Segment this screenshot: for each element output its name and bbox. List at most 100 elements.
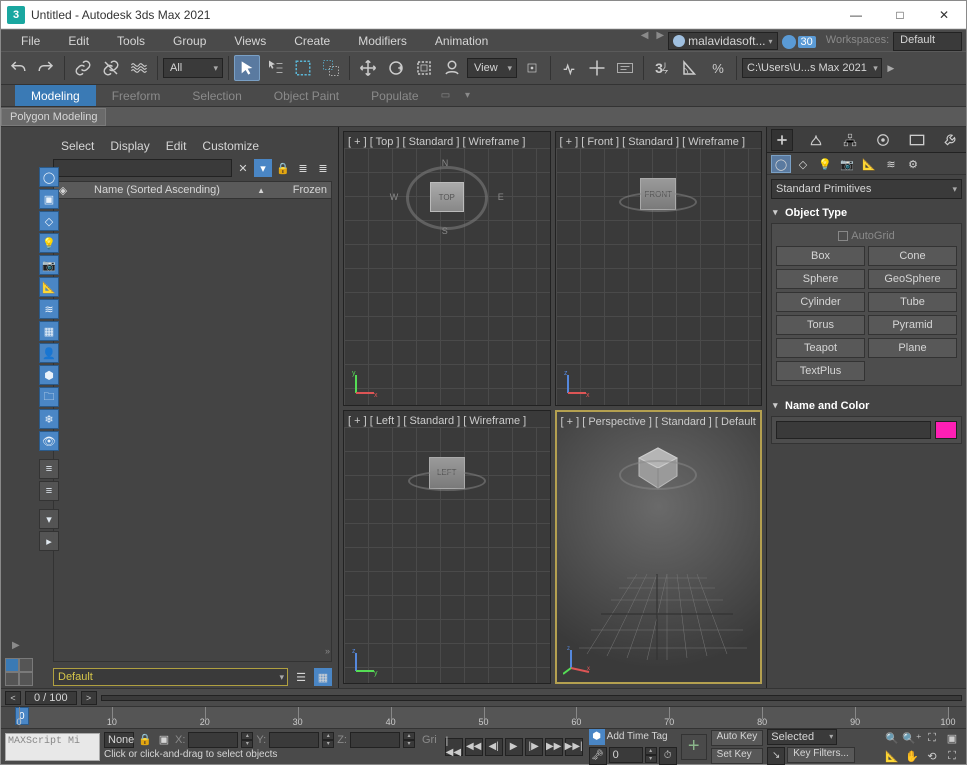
- auto-key-button[interactable]: Auto Key: [711, 730, 764, 746]
- primitive-cone-button[interactable]: Cone: [868, 246, 957, 266]
- time-tag-icon[interactable]: ⬢: [589, 729, 605, 745]
- time-config-icon[interactable]: ⏱: [659, 747, 677, 765]
- filter-groups-icon[interactable]: ▦: [39, 321, 59, 341]
- key-mode-icon[interactable]: 🗝: [589, 747, 607, 765]
- ribbon-collapse-icon[interactable]: ▭: [435, 85, 457, 106]
- y-spinner[interactable]: ▴▾: [322, 732, 334, 748]
- menu-modifiers[interactable]: Modifiers: [344, 30, 421, 51]
- primitive-torus-button[interactable]: Torus: [776, 315, 865, 335]
- move-icon[interactable]: [355, 55, 381, 81]
- selection-lock-icon[interactable]: 🔒: [137, 733, 153, 746]
- percent-snap-icon[interactable]: %: [705, 55, 731, 81]
- rollout-object-type[interactable]: Object Type: [771, 205, 962, 223]
- default-inout-icon[interactable]: ↘: [767, 747, 785, 765]
- viewport-left[interactable]: [ + ] [ Left ] [ Standard ] [ Wireframe …: [343, 410, 551, 685]
- maximize-button[interactable]: □: [878, 1, 922, 29]
- isolate-icon[interactable]: ▣: [156, 733, 172, 746]
- zoom-all-icon[interactable]: 🔍⁺: [902, 729, 922, 749]
- pan-icon[interactable]: ✋: [902, 747, 922, 765]
- object-color-swatch[interactable]: [935, 421, 957, 439]
- viewport-left-label[interactable]: [ + ] [ Left ] [ Standard ] [ Wireframe …: [348, 415, 526, 427]
- primitive-pyramid-button[interactable]: Pyramid: [868, 315, 957, 335]
- z-input[interactable]: [350, 732, 400, 748]
- explorer-header-name[interactable]: Name (Sorted Ascending): [72, 184, 257, 196]
- cameras-category-icon[interactable]: 📷: [837, 155, 857, 173]
- primitive-plane-button[interactable]: Plane: [868, 338, 957, 358]
- ribbon-tab-modeling[interactable]: Modeling: [15, 85, 96, 106]
- menu-edit[interactable]: Edit: [54, 30, 103, 51]
- snap-toggle-icon[interactable]: 3: [649, 55, 675, 81]
- object-name-input[interactable]: [776, 421, 931, 439]
- selection-filter-dropdown[interactable]: All: [163, 58, 223, 78]
- viewcube-left[interactable]: LEFT: [397, 443, 497, 503]
- create-tab-icon[interactable]: [771, 129, 793, 151]
- explorer-body[interactable]: [53, 199, 332, 662]
- systems-category-icon[interactable]: ⚙: [903, 155, 923, 173]
- use-pivot-center-icon[interactable]: [519, 55, 545, 81]
- spacewarps-category-icon[interactable]: ≋: [881, 155, 901, 173]
- viewport-perspective[interactable]: [ + ] [ Perspective ] [ Standard ] [ Def…: [555, 410, 763, 685]
- goto-start-icon[interactable]: |◀◀: [445, 738, 463, 756]
- undo-icon[interactable]: [5, 55, 31, 81]
- bind-spacewarp-icon[interactable]: [126, 55, 152, 81]
- utilities-tab-icon[interactable]: [940, 129, 962, 151]
- primitive-tube-button[interactable]: Tube: [868, 292, 957, 312]
- hierarchy-tab-icon[interactable]: [839, 129, 861, 151]
- display-tab-icon[interactable]: [906, 129, 928, 151]
- rect-region-icon[interactable]: [290, 55, 316, 81]
- prev-key-icon[interactable]: ◀|: [485, 738, 503, 756]
- prev-frame-icon[interactable]: ◀◀: [465, 738, 483, 756]
- explorer-search-input[interactable]: [53, 159, 232, 177]
- zoom-extents-icon[interactable]: ⛶: [922, 729, 942, 749]
- ribbon-expand-icon[interactable]: ▾: [457, 85, 479, 106]
- explorer-collapse-icon[interactable]: ▾: [39, 509, 59, 529]
- explorer-corner-arrow-icon[interactable]: »: [325, 646, 330, 656]
- zoom-extents-all-icon[interactable]: ▣: [942, 729, 962, 749]
- ribbon-tab-populate[interactable]: Populate: [355, 85, 434, 106]
- primitive-box-button[interactable]: Box: [776, 246, 865, 266]
- layer-dropdown[interactable]: Default: [53, 668, 288, 686]
- scale-icon[interactable]: [411, 55, 437, 81]
- menu-animation[interactable]: Animation: [421, 30, 502, 51]
- minimize-button[interactable]: ―: [834, 1, 878, 29]
- next-key-icon[interactable]: |▶: [525, 738, 543, 756]
- filter-hidden-icon[interactable]: 👁: [39, 431, 59, 451]
- primitive-category-dropdown[interactable]: Standard Primitives: [771, 179, 962, 199]
- manipulate-icon[interactable]: [556, 55, 582, 81]
- maximize-viewport-icon[interactable]: ⛶: [942, 747, 962, 765]
- explorer-header[interactable]: ◈ Name (Sorted Ascending) ▲ Frozen: [53, 181, 332, 199]
- ribbon-tab-freeform[interactable]: Freeform: [96, 85, 177, 106]
- set-key-large-icon[interactable]: +: [681, 734, 707, 760]
- timeline[interactable]: 0 0102030405060708090100: [1, 706, 966, 728]
- current-frame-input[interactable]: 0: [609, 747, 643, 763]
- explorer-list2-icon[interactable]: ≡: [39, 481, 59, 501]
- ribbon-tab-objectpaint[interactable]: Object Paint: [258, 85, 355, 106]
- shapes-category-icon[interactable]: ◇: [793, 155, 813, 173]
- link-icon[interactable]: [70, 55, 96, 81]
- time-remaining[interactable]: 30: [798, 36, 816, 48]
- keyboard-shortcut-icon[interactable]: [584, 55, 610, 81]
- goto-end-icon[interactable]: ▶▶|: [565, 738, 583, 756]
- filter-lights-icon[interactable]: 💡: [39, 233, 59, 253]
- project-path[interactable]: C:\Users\U...s Max 2021: [742, 58, 882, 78]
- fov-icon[interactable]: 📐: [882, 747, 902, 765]
- explorer-menu-select[interactable]: Select: [53, 139, 102, 153]
- viewport-persp-label[interactable]: [ + ] [ Perspective ] [ Standard ] [ Def…: [561, 416, 756, 428]
- viewcube-front[interactable]: FRONT: [608, 164, 708, 224]
- select-object-icon[interactable]: [234, 55, 260, 81]
- rotate-icon[interactable]: [383, 55, 409, 81]
- viewport-top-label[interactable]: [ + ] [ Top ] [ Standard ] [ Wireframe ]: [348, 136, 525, 148]
- key-filters-button[interactable]: Key Filters...: [787, 747, 855, 763]
- primitive-sphere-button[interactable]: Sphere: [776, 269, 865, 289]
- filter-icon[interactable]: ▾: [254, 159, 272, 177]
- primitive-textplus-button[interactable]: TextPlus: [776, 361, 865, 381]
- viewcube-persp[interactable]: [608, 438, 708, 498]
- filter-shapes-icon[interactable]: ◇: [39, 211, 59, 231]
- filter-geometry-icon[interactable]: ▣: [39, 189, 59, 209]
- range-start-icon[interactable]: <: [5, 691, 21, 705]
- workspaces-dropdown[interactable]: Default: [893, 32, 962, 51]
- frame-range-label[interactable]: 0 / 100: [25, 691, 77, 705]
- play-icon[interactable]: ▶: [505, 738, 523, 756]
- geometry-category-icon[interactable]: ◯: [771, 155, 791, 173]
- user-account[interactable]: malavidasoft... ▾: [668, 32, 777, 50]
